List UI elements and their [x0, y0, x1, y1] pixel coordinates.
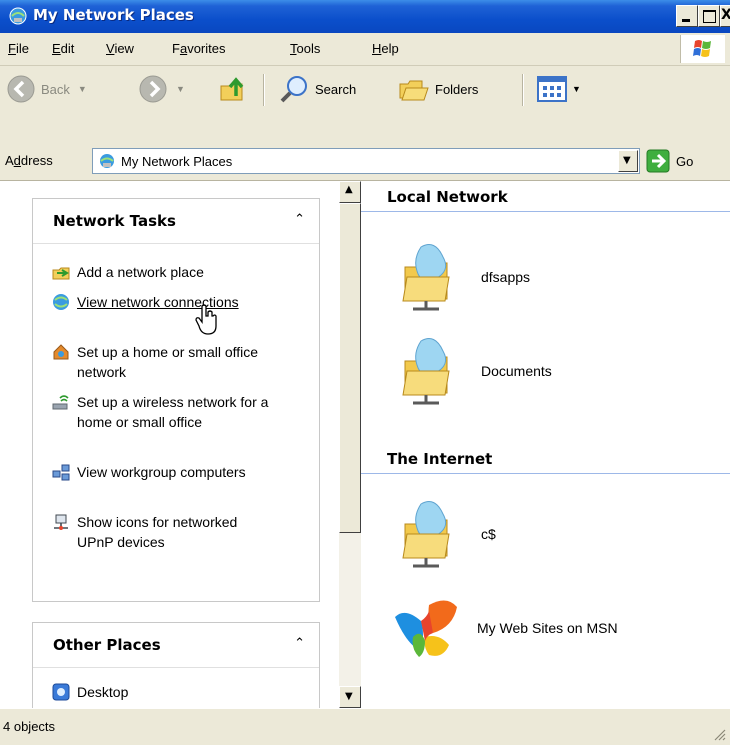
- item-my-web-sites-on-msn[interactable]: My Web Sites on MSN: [391, 593, 618, 663]
- file-list-pane: Local Network dfsapps Documents The Inte…: [361, 181, 730, 708]
- search-icon: [280, 76, 307, 103]
- network-places-icon: [9, 7, 27, 25]
- folders-icon: [399, 80, 429, 101]
- workgroup-computers-icon: [52, 464, 70, 481]
- standard-toolbar: Back ▼ ▼ Search Folders ▼: [0, 66, 730, 145]
- task-view-network-connections[interactable]: View network connections: [51, 292, 272, 312]
- menu-favorites[interactable]: Favorites: [172, 41, 225, 56]
- task-add-network-place[interactable]: Add a network place: [51, 262, 272, 282]
- views-dropdown-icon[interactable]: ▼: [572, 84, 581, 94]
- network-tasks-title: Network Tasks: [53, 212, 176, 230]
- group-title: The Internet: [387, 450, 493, 468]
- scroll-down-button[interactable]: ▼: [339, 686, 361, 708]
- menu-tools[interactable]: Tools: [290, 41, 320, 56]
- menu-view[interactable]: View: [106, 41, 134, 56]
- network-folder-icon: [402, 244, 450, 311]
- address-input[interactable]: My Network Places ▼: [92, 148, 640, 174]
- maximize-icon: [703, 10, 716, 23]
- collapse-icon[interactable]: ⌃: [294, 212, 305, 227]
- hand-cursor-icon: [195, 304, 217, 335]
- forward-arrow-icon: [139, 75, 167, 103]
- other-places-panel: Other Places ⌃ Desktop: [32, 622, 320, 708]
- menu-edit[interactable]: Edit: [52, 41, 74, 56]
- task-pane-scrollbar[interactable]: ▲ ▼: [339, 181, 361, 708]
- wireless-network-icon: [52, 395, 69, 410]
- forward-dropdown-icon[interactable]: ▼: [176, 84, 185, 94]
- item-label: My Web Sites on MSN: [477, 620, 618, 636]
- desktop-icon: [52, 683, 70, 701]
- folders-button[interactable]: Folders: [398, 66, 478, 112]
- network-folder-icon: [402, 338, 450, 405]
- task-home-network[interactable]: Set up a home or small office network: [51, 342, 272, 382]
- resize-grip-icon[interactable]: [712, 727, 726, 741]
- close-icon: X: [721, 7, 730, 23]
- address-dropdown-button[interactable]: ▼: [618, 150, 638, 172]
- chevron-down-icon: ▼: [623, 155, 631, 166]
- msn-butterfly-icon: [395, 600, 457, 657]
- windows-logo-icon: [680, 35, 725, 63]
- folder-up-icon: [220, 77, 244, 101]
- status-text: 4 objects: [3, 719, 56, 734]
- forward-button[interactable]: ▼: [138, 66, 185, 112]
- item-c-share[interactable]: c$: [399, 494, 496, 574]
- group-title: Local Network: [387, 188, 508, 206]
- home-network-icon: [53, 344, 69, 360]
- place-desktop[interactable]: Desktop: [51, 682, 272, 702]
- toolbar-separator: [522, 74, 524, 106]
- minimize-button[interactable]: [676, 5, 698, 27]
- views-icon: [537, 76, 567, 102]
- back-button[interactable]: Back ▼: [6, 66, 87, 112]
- minimize-icon: [682, 19, 690, 22]
- upnp-devices-icon: [54, 514, 68, 530]
- task-pane: Network Tasks ⌃ Add a network place View…: [0, 181, 339, 708]
- address-bar: Address My Network Places ▼ Go: [0, 144, 730, 181]
- chevron-down-icon: ▼: [345, 691, 353, 702]
- menu-help[interactable]: Help: [372, 41, 399, 56]
- task-upnp-devices[interactable]: Show icons for networked UPnP devices: [51, 512, 272, 552]
- go-arrow-icon: [646, 149, 670, 173]
- status-bar: 4 objects: [0, 708, 730, 745]
- other-places-header[interactable]: Other Places ⌃: [33, 623, 319, 668]
- network-connections-icon: [53, 294, 69, 310]
- scroll-up-button[interactable]: ▲: [339, 181, 361, 203]
- address-label: Address: [5, 153, 53, 168]
- item-dfsapps[interactable]: dfsapps: [399, 237, 530, 317]
- views-button[interactable]: ▼: [536, 66, 581, 112]
- go-button[interactable]: Go: [646, 149, 693, 173]
- search-button[interactable]: Search: [278, 66, 356, 112]
- toolbar-separator: [263, 74, 265, 106]
- collapse-icon[interactable]: ⌃: [294, 636, 305, 651]
- item-label: dfsapps: [481, 269, 531, 285]
- task-wireless-network[interactable]: Set up a wireless network for a home or …: [51, 392, 272, 432]
- network-tasks-header[interactable]: Network Tasks ⌃: [33, 199, 319, 244]
- scroll-thumb[interactable]: [339, 203, 361, 533]
- network-tasks-panel: Network Tasks ⌃ Add a network place View…: [32, 198, 320, 602]
- task-workgroup-computers[interactable]: View workgroup computers: [51, 462, 272, 482]
- window-title: My Network Places: [33, 6, 194, 24]
- back-dropdown-icon[interactable]: ▼: [78, 84, 87, 94]
- other-places-title: Other Places: [53, 636, 161, 654]
- close-button[interactable]: X: [720, 5, 730, 27]
- add-network-place-icon: [52, 267, 70, 280]
- chevron-up-icon: ▲: [345, 184, 353, 195]
- address-value: My Network Places: [121, 154, 233, 169]
- item-label: c$: [481, 526, 496, 542]
- item-label: Documents: [481, 363, 552, 379]
- up-button[interactable]: [218, 66, 248, 112]
- menu-file[interactable]: File: [8, 41, 29, 56]
- maximize-button[interactable]: [698, 5, 720, 27]
- menu-bar: File Edit View Favorites Tools Help: [0, 33, 730, 66]
- network-folder-icon: [402, 501, 450, 568]
- group-the-internet: The Internet: [361, 443, 730, 474]
- network-places-icon: [100, 154, 114, 168]
- back-arrow-icon: [7, 75, 35, 103]
- title-bar[interactable]: My Network Places X: [0, 0, 730, 33]
- item-documents[interactable]: Documents: [399, 331, 552, 411]
- group-local-network: Local Network: [361, 181, 730, 212]
